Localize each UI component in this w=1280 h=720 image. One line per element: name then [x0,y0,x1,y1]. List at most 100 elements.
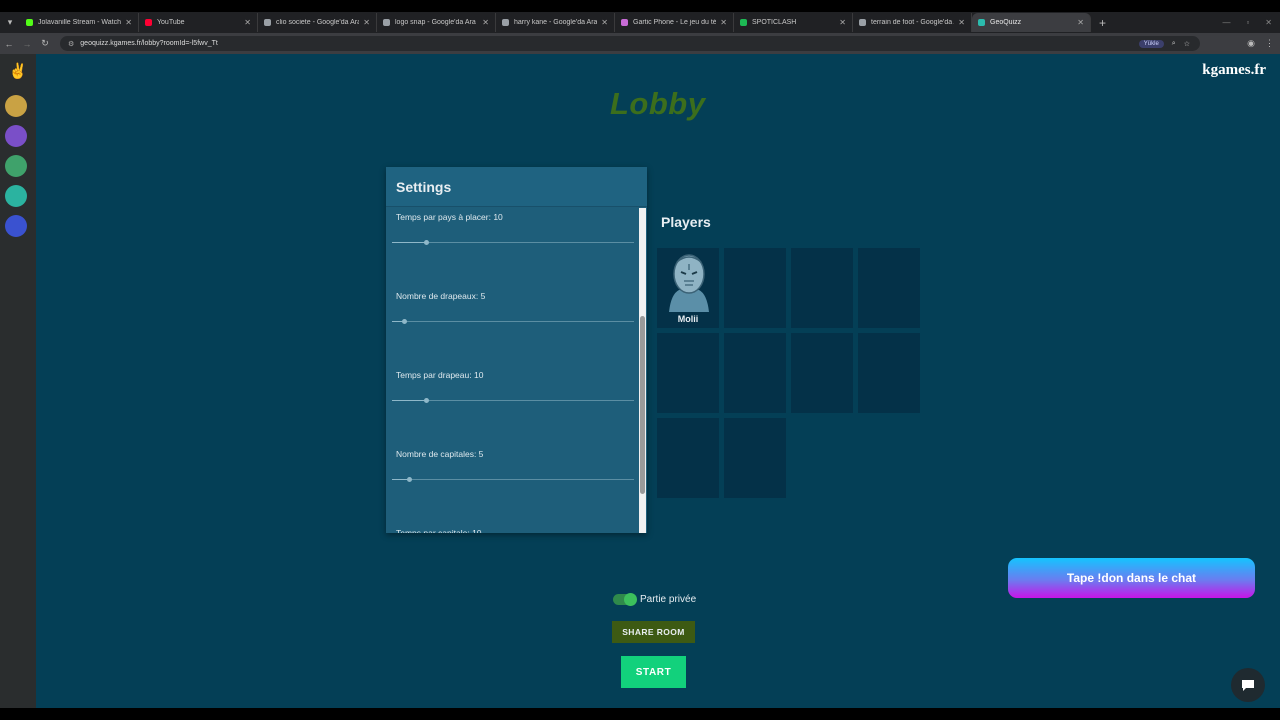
slider-fill [392,400,426,401]
settings-panel: Settings Temps par pays à placer: 10 Nomb… [386,167,647,533]
slider-thumb[interactable] [423,398,429,403]
chat-bubble-icon[interactable] [1231,668,1265,702]
sidebar-item-gold[interactable] [5,95,27,117]
setting-label: Nombre de capitales: 5 [396,449,484,459]
browser-tab[interactable]: clio societe - Google'da Ara ✕ [258,13,377,32]
player-slot: Molii [657,248,719,328]
player-slot [858,333,920,413]
player-slot [791,333,853,413]
toggle-knob [624,593,637,606]
tab-favicon-icon [264,19,271,26]
install-app-button[interactable]: Yükle [1138,39,1164,48]
reload-icon[interactable]: ↻ [36,38,54,49]
player-slot [657,333,719,413]
browser-tab[interactable]: harry kane - Google'da Ara ✕ [496,13,615,32]
player-slot [858,248,920,328]
browser-tab[interactable]: logo snap - Google'da Ara ✕ [377,13,496,32]
tab-close-icon[interactable]: ✕ [244,18,251,27]
browser-tab[interactable]: GeoQuizz ✕ [972,13,1091,32]
browser-toolbar: ← → ↻ ⚙ geoquizz.kgames.fr/lobby?roomId=… [0,33,1280,54]
profile-icon[interactable]: ◉ [1247,38,1255,49]
tab-title: GeoQuizz [990,19,1022,26]
minimize-icon[interactable]: — [1222,18,1230,27]
games-logo-icon[interactable]: ✌ [8,62,28,80]
slider-thumb[interactable] [402,319,408,324]
address-bar[interactable]: ⚙ geoquizz.kgames.fr/lobby?roomId=-l5fwv… [60,36,1200,51]
tab-close-icon[interactable]: ✕ [839,18,846,27]
browser-tabstrip: ▾ Jolavanille Stream - Watch Live✕YouTub… [0,12,1280,33]
sidebar-item-blue[interactable] [5,215,27,237]
browser-tab[interactable]: Gartic Phone - Le jeu du télép✕ [615,13,734,32]
player-avatar-icon [669,254,709,312]
tab-title: Jolavanille Stream - Watch Live [38,19,121,26]
private-game-toggle[interactable] [613,593,637,606]
page-title: Lobby [610,86,706,121]
browser-tab[interactable]: YouTube ✕ [139,13,258,32]
tab-close-icon[interactable]: ✕ [601,18,608,27]
tab-title: SPOTICLASH [752,19,797,26]
site-info-icon[interactable]: ⚙ [68,40,74,48]
address-actions: Yükle ⌕ ☆ [1138,39,1190,48]
tab-close-icon[interactable]: ✕ [363,18,370,27]
sidebar-item-purple[interactable] [5,125,27,147]
tab-close-icon[interactable]: ✕ [125,18,132,27]
tab-favicon-icon [978,19,985,26]
tab-close-icon[interactable]: ✕ [482,18,489,27]
slider-thumb[interactable] [406,477,412,482]
tab-title: YouTube [157,19,185,26]
setting-slider[interactable] [392,319,634,324]
slider-thumb[interactable] [423,240,429,245]
browser-tab[interactable]: SPOTICLASH ✕ [734,13,853,32]
setting-slider[interactable] [392,240,634,245]
setting-slider[interactable] [392,477,634,482]
url-text: geoquizz.kgames.fr/lobby?roomId=-l5fwv_T… [80,40,218,47]
start-button[interactable]: START [621,656,686,688]
sidebar-item-teal[interactable] [5,185,27,207]
donation-banner[interactable]: Tape !don dans le chat [1008,558,1255,598]
close-window-icon[interactable]: ✕ [1265,18,1272,27]
scrollbar-thumb[interactable] [640,316,645,494]
bookmark-star-icon[interactable]: ☆ [1184,40,1190,48]
sidebar-item-globe[interactable] [5,155,27,177]
tab-title: Gartic Phone - Le jeu du télép [633,19,717,26]
setting-slider[interactable] [392,398,634,403]
menu-icon[interactable]: ⋮ [1265,38,1274,49]
tab-close-icon[interactable]: ✕ [958,18,965,27]
new-tab-icon[interactable]: + [1099,16,1106,30]
setting-label: Temps par drapeau: 10 [396,370,484,380]
setting-label: Nombre de drapeaux: 5 [396,291,486,301]
settings-list: Temps par pays à placer: 10 Nombre de dra… [386,208,639,533]
tab-favicon-icon [26,19,33,26]
browser-tab[interactable]: Jolavanille Stream - Watch Live ✕ [20,13,139,32]
zoom-icon[interactable]: ⌕ [1172,40,1176,48]
player-slot [724,333,786,413]
settings-scrollbar[interactable] [639,208,646,533]
tab-favicon-icon [145,19,152,26]
tab-favicon-icon [621,19,628,26]
window-controls: — ▫ ✕ [1222,12,1272,33]
tab-favicon-icon [383,19,390,26]
setting-label: Temps par capitale: 10 [396,528,482,533]
brand-logo[interactable]: kgames.fr [1202,62,1266,79]
player-slot [791,248,853,328]
tab-title: logo snap - Google'da Ara [395,19,476,26]
tab-close-icon[interactable]: ✕ [720,18,727,27]
share-room-button[interactable]: SHARE ROOM [612,621,695,643]
lobby-page: kgames.fr Lobby Settings Temps par pays … [36,54,1280,708]
back-icon[interactable]: ← [0,39,18,49]
player-slot [657,418,719,498]
tab-close-icon[interactable]: ✕ [1077,18,1084,27]
browser-tab[interactable]: terrain de foot - Google'da Ara ✕ [853,13,972,32]
player-name: Molii [677,314,699,324]
private-game-row: Partie privée [613,593,697,606]
tab-favicon-icon [502,19,509,26]
private-game-label: Partie privée [640,594,697,605]
toolbar-icons: ◉ ⋮ [1247,33,1274,54]
tab-search-icon[interactable]: ▾ [0,12,20,33]
side-panel: ✌ [0,54,36,708]
player-slot [724,248,786,328]
slider-fill [392,242,426,243]
tab-list: Jolavanille Stream - Watch Live ✕ YouTube ✕… [20,13,1091,32]
maximize-icon[interactable]: ▫ [1246,18,1249,27]
forward-icon[interactable]: → [18,39,36,49]
